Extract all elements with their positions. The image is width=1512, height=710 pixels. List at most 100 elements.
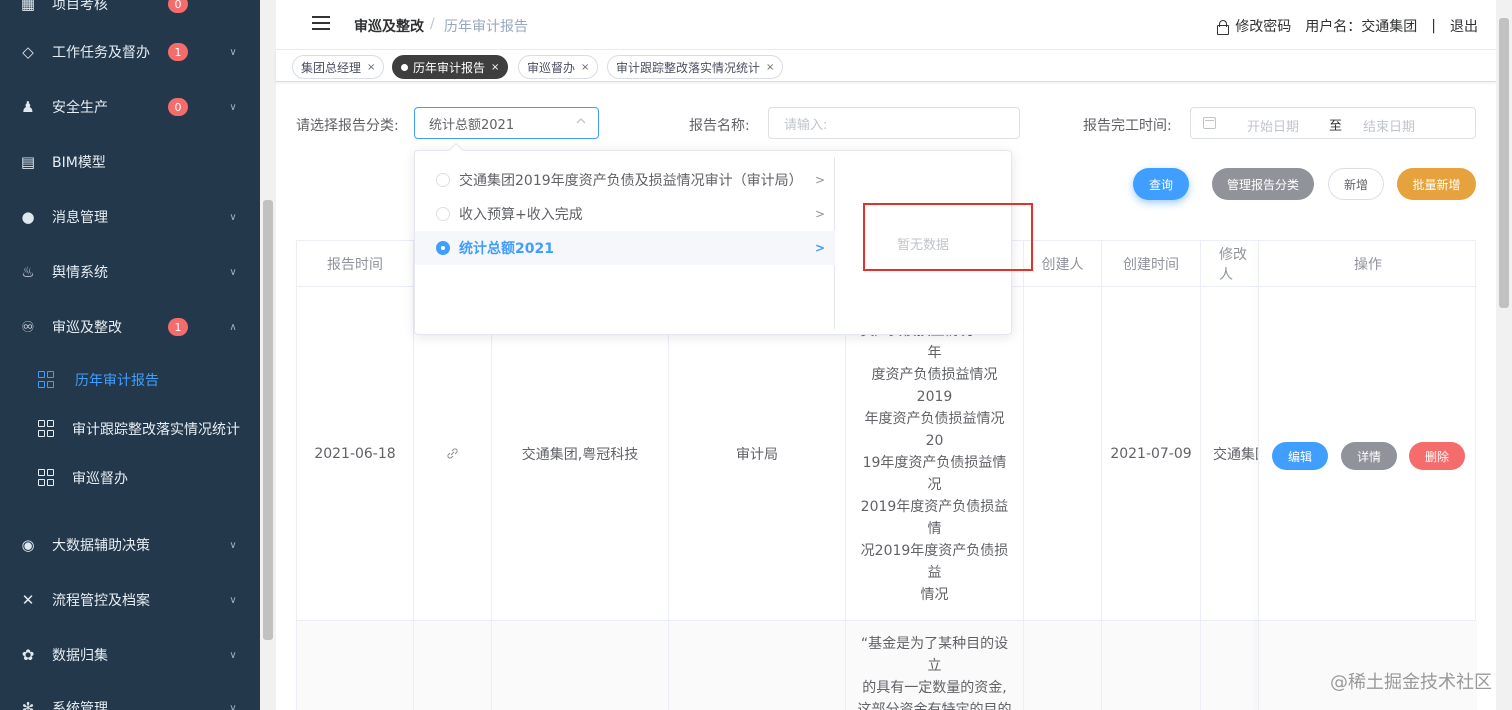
cascader-option[interactable]: 交通集团2019年度资产负债及损益情况审计（审计局） > (415, 163, 835, 197)
menu-fold-icon[interactable] (312, 16, 330, 32)
cell-creator (1024, 621, 1102, 710)
main-scrollbar[interactable] (1496, 0, 1512, 710)
chevron-down-icon: ∨ (229, 46, 237, 58)
cell-attachment (414, 621, 492, 710)
fixed-column-shadow (1258, 241, 1259, 710)
chevron-down-icon: ∨ (229, 266, 237, 278)
cell-created-time (1102, 621, 1201, 710)
cascader-option[interactable]: 收入预算+收入完成 > (415, 197, 835, 231)
description-line: “基金是为了某种目的设立 (860, 636, 1009, 674)
description-line: 的具有一定数量的资金, (862, 680, 1007, 696)
empty-data-text: 暂无数据 (896, 237, 949, 253)
sidebar-item-big-data[interactable]: ◉ 大数据辅助决策 ∨ (0, 525, 260, 565)
cell-description: “基金是为了某种目的设立的具有一定数量的资金,这部分资金有特定的目的和用途，基金… (846, 621, 1024, 710)
logout-link[interactable]: 退出 (1450, 16, 1478, 36)
sidebar-scrollbar[interactable] (260, 0, 276, 710)
category-label: 请选择报告分类: (296, 118, 399, 134)
lock-icon (1217, 19, 1230, 35)
report-name-input[interactable]: 请输入: (768, 107, 1020, 139)
popper-arrow (448, 142, 464, 158)
radio-checked[interactable] (436, 241, 450, 255)
tags-view: 集团总经理 × 历年审计报告 × 审巡督办 × 审计跟踪整改落实情况统计 × (276, 50, 1496, 82)
close-icon[interactable]: × (491, 62, 499, 73)
cascader-option-selected[interactable]: 统计总额2021 > (415, 231, 835, 265)
user-shield-icon: ♟ (21, 98, 35, 116)
cell-org (492, 621, 669, 710)
description-line: 19年度资产负债损益情况 (862, 455, 1007, 493)
sidebar-item-safety[interactable]: ♟ 安全生产 0 ∨ (0, 87, 260, 127)
sidebar-subitem-audit-reports[interactable]: 历年审计报告 (0, 358, 260, 402)
header-modifier: 修改人 (1201, 241, 1259, 287)
header-report-time: 报告时间 (297, 241, 414, 287)
close-icon[interactable]: × (367, 62, 375, 73)
fire-icon: ♨ (21, 263, 35, 281)
close-icon[interactable]: × (766, 62, 774, 73)
sidebar-item-process-control[interactable]: ✕ 流程管控及档案 ∨ (0, 580, 260, 620)
badge: 1 (168, 318, 188, 336)
batch-add-button[interactable]: 批量新增 (1397, 168, 1476, 200)
cell-report-time (297, 621, 414, 710)
scroll-thumb[interactable] (263, 200, 273, 640)
top-header: 审巡及整改 / 历年审计报告 修改密码 用户名：交通集团 | 退出 (276, 0, 1496, 50)
start-date-input[interactable]: 开始日期 (1247, 116, 1299, 135)
active-dot (401, 63, 408, 71)
chevron-down-icon: ∨ (229, 702, 237, 710)
tag-audit-supervision[interactable]: 审巡督办 × (518, 55, 599, 79)
category-select[interactable]: 统计总额2021 (414, 107, 599, 139)
sidebar-item-data-collection[interactable]: ✿ 数据归集 ∨ (0, 635, 260, 675)
tag-audit-tracking[interactable]: 审计跟踪整改落实情况统计 × (607, 55, 784, 79)
sidebar-item-system[interactable]: ✻ 系统管理 ∨ (0, 688, 260, 710)
sidebar-item-public-opinion[interactable]: ♨ 舆情系统 ∨ (0, 252, 260, 292)
chevron-up-icon: ∧ (229, 321, 237, 333)
chevron-down-icon: ∨ (229, 539, 237, 551)
chevron-down-icon: ∨ (229, 649, 237, 661)
message-icon: ● (21, 208, 35, 226)
tools-icon: ✕ (21, 591, 35, 609)
sidebar-item-bim[interactable]: ▤ BIM模型 (0, 142, 260, 182)
delete-button[interactable]: 删除 (1409, 442, 1465, 470)
watermark: @稀土掘金技术社区 (1330, 672, 1492, 693)
change-password-link[interactable]: 修改密码 (1235, 16, 1291, 36)
cell-attachment (414, 287, 492, 621)
query-button[interactable]: 查询 (1133, 168, 1189, 200)
close-icon[interactable]: × (581, 62, 589, 73)
assessment-icon: ▦ (20, 0, 36, 13)
sidebar-subitem-audit-tracking[interactable]: 审计跟踪整改落实情况统计 (0, 407, 260, 451)
edit-button[interactable]: 编辑 (1272, 442, 1328, 470)
tag-icon: ◇ (22, 43, 34, 61)
breadcrumb-current: 历年审计报告 (444, 19, 528, 35)
radio[interactable] (436, 207, 450, 221)
cell-creator (1024, 287, 1102, 621)
username-label: 用户名：交通集团 (1305, 19, 1418, 35)
cell-dept (669, 621, 846, 710)
sidebar-item-messages[interactable]: ● 消息管理 ∨ (0, 197, 260, 237)
cell-modifier: 交通集团 (1201, 287, 1259, 621)
date-range-picker[interactable]: 开始日期 至 结束日期 (1190, 107, 1476, 139)
github-icon: ◉ (21, 536, 35, 554)
description-line: 年度资产负债损益情况20 (864, 411, 1005, 449)
cell-actions (1259, 621, 1477, 710)
badge: 1 (168, 43, 188, 61)
badge: 0 (168, 98, 188, 116)
sidebar-item-audit[interactable]: ♾ 审巡及整改 1 ∧ (0, 307, 260, 347)
cell-actions: 编辑 详情 删除 (1259, 287, 1477, 621)
tag-audit-reports[interactable]: 历年审计报告 × (392, 55, 509, 79)
chevron-right-icon: > (815, 241, 826, 255)
sidebar-item-project-assessment[interactable]: ▦ 项目考核 0 (0, 0, 260, 24)
scroll-thumb[interactable] (1499, 18, 1509, 308)
sidebar-subitem-audit-supervision[interactable]: 审巡督办 (0, 456, 260, 500)
chevron-down-icon: ∨ (229, 101, 237, 113)
sidebar-item-work-tasks[interactable]: ◇ 工作任务及督办 1 ∨ (0, 32, 260, 72)
header-divider: | (1431, 18, 1436, 34)
radio[interactable] (436, 173, 450, 187)
tag-general-manager[interactable]: 集团总经理 × (292, 55, 385, 79)
description-line: 度资产负债损益情况2019 (871, 367, 998, 405)
manage-category-button[interactable]: 管理报告分类 (1212, 168, 1314, 200)
add-button[interactable]: 新增 (1328, 168, 1384, 200)
detail-button[interactable]: 详情 (1341, 442, 1397, 470)
link-icon[interactable] (446, 447, 459, 460)
paw-icon: ✿ (21, 646, 35, 664)
end-date-input[interactable]: 结束日期 (1363, 116, 1415, 135)
header-created-time: 创建时间 (1102, 241, 1201, 287)
header-actions: 操作 (1259, 241, 1477, 287)
